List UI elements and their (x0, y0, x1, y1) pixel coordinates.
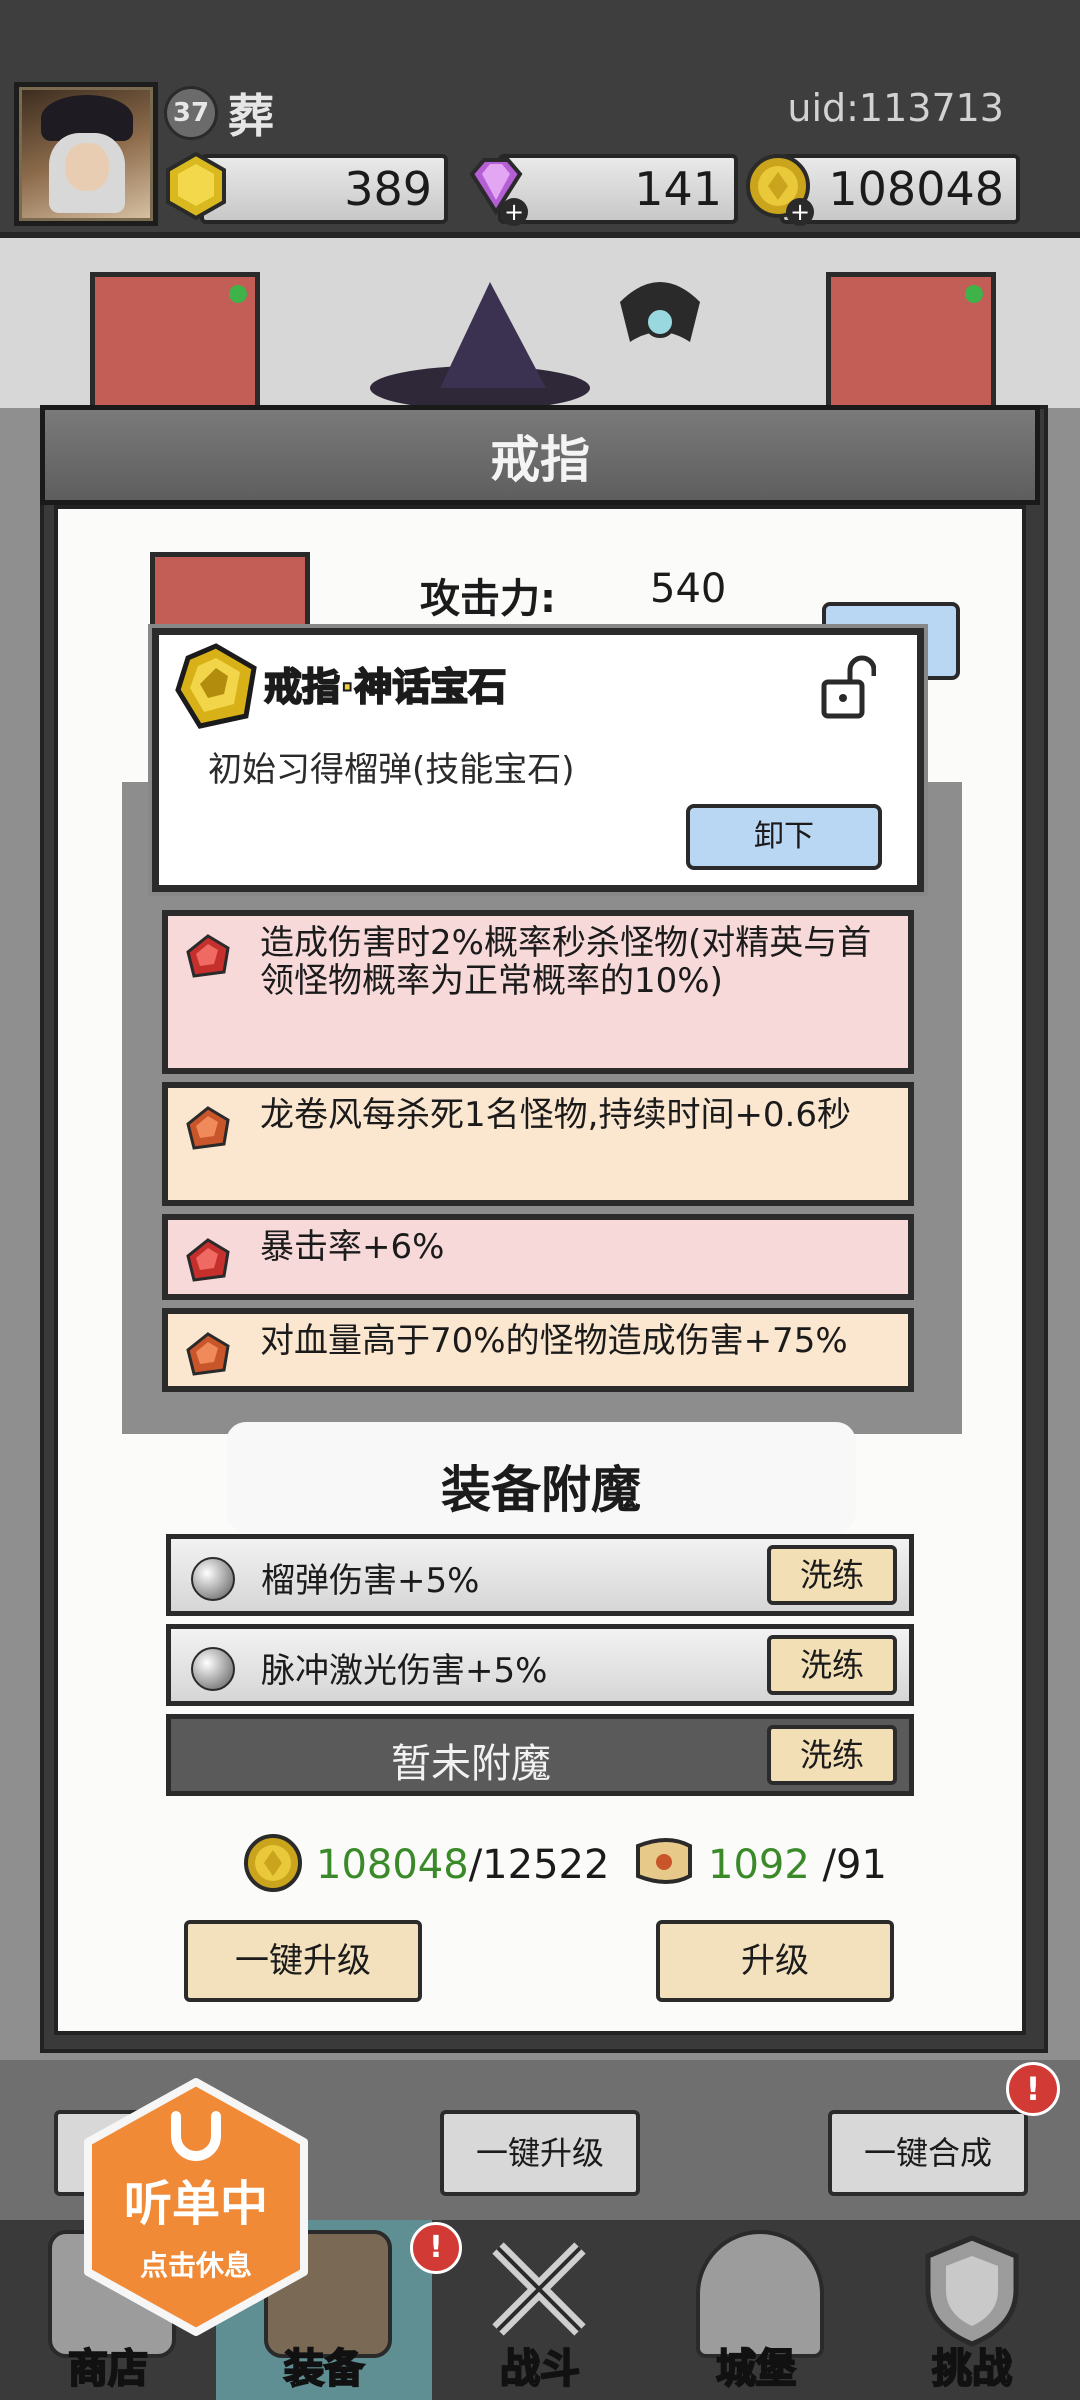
affix-row: 暴击率+6% (162, 1214, 914, 1300)
reroll-button[interactable]: 洗练 (767, 1545, 897, 1605)
resource-gems-bar: 389 (200, 154, 448, 224)
red-gem-icon (186, 1238, 230, 1282)
player-avatar[interactable] (14, 82, 158, 226)
upgrade-button[interactable]: 升级 (656, 1920, 894, 2002)
scroll-cost: 1092 /91 (708, 1842, 887, 1888)
enchant-row: 榴弹伤害+5% 洗练 (166, 1534, 914, 1616)
red-gem-icon (186, 934, 230, 978)
unlock-icon[interactable] (820, 652, 876, 722)
orange-gem-icon (186, 1106, 230, 1150)
scroll-icon (636, 1838, 692, 1884)
one-click-upgrade-button[interactable]: 一键升级 (184, 1920, 422, 2002)
add-diamonds-button[interactable]: + (500, 198, 528, 226)
affix-row: 龙卷风每杀死1名怪物,持续时间+0.6秒 (162, 1082, 914, 1206)
affix-row: 造成伤害时2%概率秒杀怪物(对精英与首领怪物概率为正常概率的10%) (162, 910, 914, 1074)
player-level-badge: 37 (164, 86, 218, 140)
gold-hexagon-icon (166, 151, 226, 221)
player-name: 葬 (228, 89, 274, 143)
resource-gems-value: 389 (344, 162, 432, 216)
shield-icon (925, 2235, 1019, 2347)
nav-battle-label: 战斗 (499, 2345, 581, 2393)
gold-owned: 108048 (316, 1842, 469, 1888)
attack-label: 攻击力: (420, 576, 556, 622)
crossed-swords-icon (492, 2242, 586, 2336)
affix-row: 对血量高于70%的怪物造成伤害+75% (162, 1308, 914, 1392)
affix-text: 暴击率+6% (260, 1227, 445, 1267)
resource-coins-bar: 108048 (780, 154, 1020, 224)
enchant-empty-text: 暂未附魔 (391, 1741, 551, 1787)
gem-description: 初始习得榴弹(技能宝石) (208, 750, 575, 790)
attack-value: 540 (650, 566, 727, 612)
gold-required: /12522 (468, 1842, 610, 1888)
enchant-row: 脉冲激光伤害+5% 洗练 (166, 1624, 914, 1706)
resource-diamonds-value: 141 (634, 162, 722, 216)
add-coins-button[interactable]: + (786, 198, 814, 226)
scroll-required: /91 (809, 1842, 887, 1888)
bulk-upgrade-button[interactable]: 一键升级 (440, 2110, 640, 2196)
affix-text: 对血量高于70%的怪物造成伤害+75% (260, 1321, 848, 1361)
gem-title: 戒指·神话宝石 (263, 664, 507, 710)
floating-widget-subtitle: 点击休息 (139, 2249, 252, 2282)
nav-castle-label: 城堡 (715, 2345, 797, 2393)
scroll-owned: 1092 (708, 1842, 810, 1888)
enchant-row-empty: 暂未附魔 洗练 (166, 1714, 914, 1796)
gold-cost: 108048/12522 (316, 1842, 609, 1888)
affix-text: 龙卷风每杀死1名怪物,持续时间+0.6秒 (260, 1095, 851, 1135)
orange-gem-icon (186, 1332, 230, 1376)
enchant-text: 脉冲激光伤害+5% (261, 1651, 548, 1691)
enchant-title: 装备附魔 (441, 1461, 641, 1519)
merge-alert-badge: ! (1006, 2062, 1060, 2116)
nav-challenge[interactable]: 挑战 (864, 2220, 1080, 2400)
gold-coin-icon (244, 1834, 302, 1892)
resource-diamonds-bar: 141 (498, 154, 738, 224)
nav-castle[interactable]: 城堡 (648, 2220, 864, 2400)
character-figure (370, 282, 700, 408)
unequip-button[interactable]: 卸下 (686, 804, 882, 870)
nav-equipment-label: 装备 (283, 2345, 365, 2393)
floating-widget-title: 听单中 (123, 2176, 268, 2232)
nav-challenge-label: 挑战 (931, 2345, 1013, 2393)
nav-battle[interactable]: 战斗 (432, 2220, 648, 2400)
silver-orb-icon (191, 1647, 235, 1691)
ring-dialog-title: 戒指 (490, 431, 590, 489)
bulk-merge-button[interactable]: 一键合成 (828, 2110, 1028, 2196)
nav-shop-label: 商店 (67, 2345, 149, 2393)
affix-text: 造成伤害时2%概率秒杀怪物(对精英与首领怪物概率为正常概率的10%) (260, 923, 872, 1001)
reroll-button[interactable]: 洗练 (767, 1635, 897, 1695)
reroll-button[interactable]: 洗练 (767, 1725, 897, 1785)
silver-orb-icon (191, 1557, 235, 1601)
mythic-gem-icon (175, 643, 257, 729)
player-uid: uid:113713 (787, 86, 1004, 130)
enchant-text: 榴弹伤害+5% (261, 1561, 480, 1601)
resource-coins-value: 108048 (828, 162, 1004, 216)
